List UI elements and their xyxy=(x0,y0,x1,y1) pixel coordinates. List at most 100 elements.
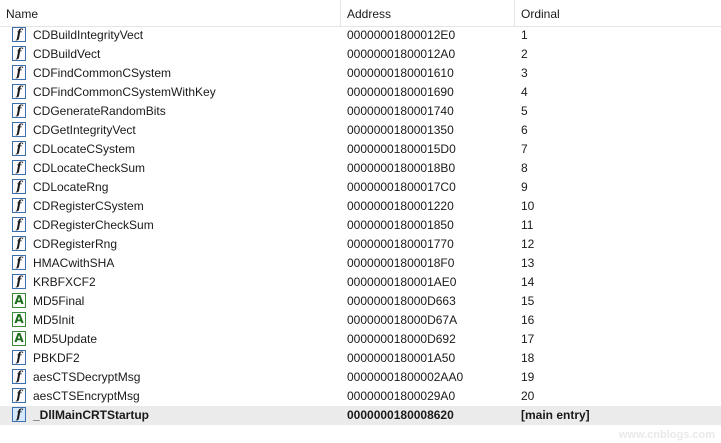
table-row[interactable]: f CDRegisterRng 0000000180001770 12 xyxy=(0,235,721,254)
function-export-icon: f xyxy=(12,84,26,99)
table-row[interactable]: f CDLocateCSystem 00000001800015D0 7 xyxy=(0,140,721,159)
export-address: 000000018000D663 xyxy=(347,294,456,308)
export-name: CDBuildIntegrityVect xyxy=(33,28,144,42)
export-name: CDRegisterCheckSum xyxy=(33,218,154,232)
table-row[interactable]: f CDBuildVect 00000001800012A0 2 xyxy=(0,45,721,64)
table-row[interactable]: f CDGenerateRandomBits 0000000180001740 5 xyxy=(0,102,721,121)
table-row[interactable]: A MD5Init 000000018000D67A 16 xyxy=(0,311,721,330)
export-address: 0000000180001610 xyxy=(347,66,454,80)
table-row[interactable]: A MD5Update 000000018000D692 17 xyxy=(0,330,721,349)
function-export-icon: f xyxy=(12,217,26,232)
table-row[interactable]: f CDFindCommonCSystem 0000000180001610 3 xyxy=(0,64,721,83)
export-ordinal: [main entry] xyxy=(521,408,590,422)
table-row[interactable]: f PBKDF2 0000000180001A50 18 xyxy=(0,349,721,368)
export-name: HMACwithSHA xyxy=(33,256,115,270)
export-ordinal: 1 xyxy=(521,28,528,42)
export-name: _DllMainCRTStartup xyxy=(33,408,150,422)
data-export-icon: A xyxy=(12,331,26,346)
export-name: PBKDF2 xyxy=(33,351,80,365)
table-row[interactable]: f aesCTSEncryptMsg 00000001800029A0 20 xyxy=(0,387,721,406)
function-export-icon: f xyxy=(12,255,26,270)
export-ordinal: 18 xyxy=(521,351,535,365)
column-header-name[interactable]: Name xyxy=(0,0,341,26)
export-address: 00000001800017C0 xyxy=(347,180,456,194)
table-row[interactable]: f CDLocateRng 00000001800017C0 9 xyxy=(0,178,721,197)
export-address: 00000001800002AA0 xyxy=(347,370,464,384)
export-ordinal: 19 xyxy=(521,370,535,384)
function-export-icon: f xyxy=(12,179,26,194)
function-export-icon: f xyxy=(12,46,26,61)
table-row[interactable]: f KRBFXCF2 0000000180001AE0 14 xyxy=(0,273,721,292)
export-ordinal: 2 xyxy=(521,47,528,61)
table-row[interactable]: A MD5Final 000000018000D663 15 xyxy=(0,292,721,311)
table-row[interactable]: f CDRegisterCSystem 0000000180001220 10 xyxy=(0,197,721,216)
watermark: www.cnblogs.com xyxy=(618,429,715,441)
export-address: 0000000180001350 xyxy=(347,123,454,137)
column-header-ordinal[interactable]: Ordinal xyxy=(515,0,721,26)
export-name: CDRegisterCSystem xyxy=(33,199,144,213)
export-address: 00000001800029A0 xyxy=(347,389,456,403)
export-name: CDRegisterRng xyxy=(33,237,118,251)
export-name: MD5Update xyxy=(33,332,98,346)
function-export-icon: f xyxy=(12,160,26,175)
export-name: MD5Init xyxy=(33,313,75,327)
table-row[interactable]: f CDFindCommonCSystemWithKey 0000000180001… xyxy=(0,83,721,102)
function-export-icon: f xyxy=(12,27,26,42)
export-ordinal: 12 xyxy=(521,237,535,251)
export-ordinal: 15 xyxy=(521,294,535,308)
table-row-selected[interactable]: f _DllMainCRTStartup 0000000180008620 [main… xyxy=(0,406,721,425)
export-ordinal: 8 xyxy=(521,161,528,175)
export-ordinal: 20 xyxy=(521,389,535,403)
export-address: 0000000180001220 xyxy=(347,199,454,213)
function-export-icon: f xyxy=(12,369,26,384)
function-export-icon: f xyxy=(12,122,26,137)
export-ordinal: 7 xyxy=(521,142,528,156)
export-address: 00000001800012E0 xyxy=(347,28,456,42)
export-address: 0000000180001770 xyxy=(347,237,454,251)
export-ordinal: 5 xyxy=(521,104,528,118)
export-name: CDFindCommonCSystem xyxy=(33,66,172,80)
export-ordinal: 17 xyxy=(521,332,535,346)
function-export-icon: f xyxy=(12,65,26,80)
column-header-address[interactable]: Address xyxy=(341,0,515,26)
function-export-icon: f xyxy=(12,236,26,251)
table-row[interactable]: f CDLocateCheckSum 00000001800018B0 8 xyxy=(0,159,721,178)
export-address: 000000018000D67A xyxy=(347,313,458,327)
table-row[interactable]: f CDRegisterCheckSum 0000000180001850 11 xyxy=(0,216,721,235)
export-name: aesCTSEncryptMsg xyxy=(33,389,140,403)
export-name: CDGetIntegrityVect xyxy=(33,123,136,137)
function-export-icon: f xyxy=(12,350,26,365)
function-export-icon: f xyxy=(12,141,26,156)
export-name: CDFindCommonCSystemWithKey xyxy=(33,85,216,99)
export-address: 0000000180008620 xyxy=(347,408,454,422)
export-ordinal: 11 xyxy=(521,218,534,232)
export-ordinal: 9 xyxy=(521,180,528,194)
export-ordinal: 14 xyxy=(521,275,535,289)
function-export-icon: f xyxy=(12,103,26,118)
function-export-icon: f xyxy=(12,407,26,422)
export-address: 000000018000D692 xyxy=(347,332,456,346)
export-address: 00000001800018B0 xyxy=(347,161,456,175)
export-ordinal: 13 xyxy=(521,256,535,270)
export-address: 00000001800015D0 xyxy=(347,142,456,156)
table-row[interactable]: f CDGetIntegrityVect 0000000180001350 6 xyxy=(0,121,721,140)
export-address: 00000001800012A0 xyxy=(347,47,456,61)
column-header: Name Address Ordinal xyxy=(0,0,721,27)
export-name: CDGenerateRandomBits xyxy=(33,104,166,118)
export-address: 0000000180001AE0 xyxy=(347,275,457,289)
export-ordinal: 16 xyxy=(521,313,535,327)
table-row[interactable]: f HMACwithSHA 00000001800018F0 13 xyxy=(0,254,721,273)
export-address: 0000000180001690 xyxy=(347,85,454,99)
export-name: CDLocateCheckSum xyxy=(33,161,146,175)
export-ordinal: 4 xyxy=(521,85,528,99)
table-row[interactable]: f aesCTSDecryptMsg 00000001800002AA0 19 xyxy=(0,368,721,387)
export-name: CDBuildVect xyxy=(33,47,101,61)
export-address: 0000000180001A50 xyxy=(347,351,456,365)
table-row[interactable]: f CDBuildIntegrityVect 00000001800012E0 1 xyxy=(0,26,721,45)
export-address: 00000001800018F0 xyxy=(347,256,455,270)
function-export-icon: f xyxy=(12,388,26,403)
exports-list: f CDBuildIntegrityVect 00000001800012E0 1 f C… xyxy=(0,26,721,425)
export-name: CDLocateRng xyxy=(33,180,109,194)
export-name: KRBFXCF2 xyxy=(33,275,96,289)
data-export-icon: A xyxy=(12,312,26,327)
